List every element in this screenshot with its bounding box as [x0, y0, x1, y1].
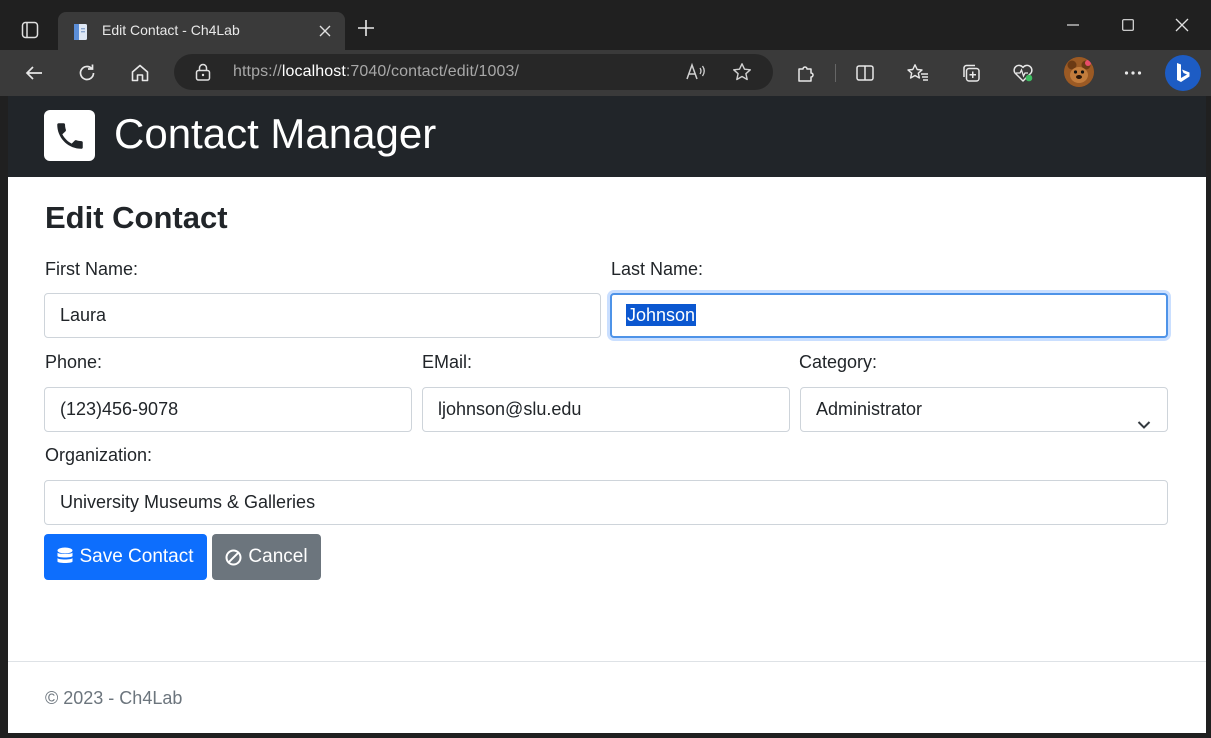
category-label: Category:	[799, 352, 878, 372]
footer-divider	[8, 661, 1206, 662]
ban-icon	[225, 549, 242, 565]
profile-avatar[interactable]	[1064, 57, 1094, 87]
category-value: Administrator	[816, 399, 923, 419]
phone-value: (123)456-9078	[60, 399, 179, 419]
more-horizontal-icon	[1124, 71, 1142, 75]
tab-actions-menu-button[interactable]	[14, 14, 46, 46]
lock-icon[interactable]	[194, 63, 212, 86]
minimize-button[interactable]	[1053, 8, 1093, 42]
close-icon	[1175, 18, 1189, 32]
phone-label: Phone:	[45, 352, 103, 372]
heart-pulse-icon	[1013, 64, 1033, 82]
close-icon	[319, 25, 331, 37]
url-host: localhost	[281, 63, 346, 80]
browser-tab-active[interactable]: Edit Contact - Ch4Lab	[58, 12, 345, 50]
browser-toolbar: https://localhost:7040/contact/edit/1003…	[0, 50, 1211, 96]
last-name-label: Last Name:	[611, 259, 704, 279]
toolbar-divider	[835, 64, 836, 82]
page-title: Edit Contact	[45, 200, 228, 235]
collections-button[interactable]	[955, 57, 987, 89]
tab-title: Edit Contact - Ch4Lab	[102, 22, 240, 38]
chevron-down-icon	[1137, 403, 1151, 446]
first-name-input[interactable]: Laura	[44, 293, 601, 338]
home-icon	[131, 64, 149, 82]
tab-actions-icon	[21, 21, 39, 39]
footer-copyright: © 2023 - Ch4Lab	[45, 688, 183, 708]
cancel-label: Cancel	[248, 546, 308, 567]
read-aloud-button[interactable]	[684, 60, 708, 84]
url-path: :7040/contact/edit/1003/	[345, 63, 520, 80]
plus-icon	[358, 20, 374, 36]
new-tab-button[interactable]	[352, 14, 380, 42]
page-favicon-icon	[72, 23, 90, 46]
tab-close-button[interactable]	[315, 21, 335, 41]
settings-more-button[interactable]	[1117, 57, 1149, 89]
last-name-value: Johnson	[626, 304, 697, 326]
first-name-label: First Name:	[45, 259, 139, 279]
site-brand-title[interactable]: Contact Manager	[114, 109, 436, 159]
bing-icon	[1177, 63, 1190, 82]
browser-titlebar: Edit Contact - Ch4Lab	[0, 0, 1211, 50]
home-button[interactable]	[124, 57, 156, 89]
email-input[interactable]: ljohnson@slu.edu	[422, 387, 790, 432]
url-text: https://localhost:7040/contact/edit/1003…	[233, 63, 519, 81]
star-icon	[733, 63, 751, 81]
refresh-button[interactable]	[71, 57, 103, 89]
address-bar[interactable]: https://localhost:7040/contact/edit/1003…	[174, 54, 773, 90]
add-favorite-button[interactable]	[730, 60, 754, 84]
save-contact-button[interactable]: Save Contact	[44, 534, 207, 580]
refresh-icon	[79, 64, 95, 81]
url-scheme: https://	[233, 63, 282, 80]
phone-icon[interactable]	[44, 110, 95, 161]
split-screen-icon	[856, 65, 874, 81]
collections-icon	[963, 64, 980, 82]
favorites-icon	[907, 64, 928, 81]
organization-input[interactable]: University Museums & Galleries	[44, 480, 1168, 525]
maximize-button[interactable]	[1108, 8, 1148, 42]
maximize-icon	[1122, 19, 1134, 31]
puzzle-icon	[798, 66, 814, 82]
database-icon	[57, 547, 73, 563]
extensions-button[interactable]	[790, 57, 822, 89]
email-value: ljohnson@slu.edu	[438, 399, 582, 419]
minimize-icon	[1067, 24, 1079, 26]
phone-input[interactable]: (123)456-9078	[44, 387, 412, 432]
first-name-value: Laura	[60, 305, 107, 325]
read-aloud-icon	[686, 62, 705, 80]
back-button[interactable]	[18, 57, 50, 89]
cancel-button[interactable]: Cancel	[212, 534, 321, 580]
avatar-icon	[1064, 57, 1094, 87]
browser-essentials-button[interactable]	[1007, 57, 1039, 89]
site-navbar: Contact Manager	[8, 96, 1206, 177]
page-viewport: Contact Manager Edit Contact First Name:…	[8, 96, 1206, 733]
category-select[interactable]: Administrator	[800, 387, 1168, 432]
favorites-button[interactable]	[902, 57, 934, 89]
arrow-left-icon	[25, 66, 42, 80]
split-screen-button[interactable]	[849, 57, 881, 89]
last-name-input[interactable]: Johnson	[610, 293, 1168, 338]
organization-label: Organization:	[45, 445, 153, 465]
save-contact-label: Save Contact	[79, 546, 194, 567]
copilot-button[interactable]	[1165, 55, 1201, 91]
close-window-button[interactable]	[1162, 8, 1202, 42]
email-label: EMail:	[422, 352, 473, 372]
organization-value: University Museums & Galleries	[60, 492, 316, 512]
